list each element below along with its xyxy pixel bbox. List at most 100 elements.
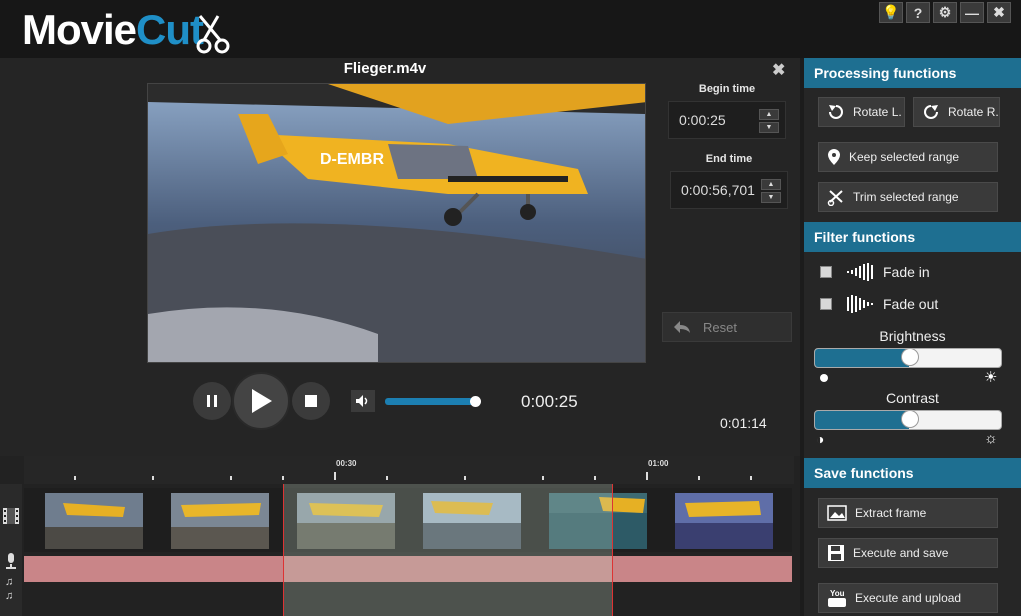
volume-knob[interactable] [470,396,481,407]
contrast-fill [815,411,909,429]
close-file-icon[interactable]: ✖ [772,60,785,80]
brightness-knob[interactable] [901,349,919,366]
video-image: D-EMBR [148,84,645,362]
contrast-slider[interactable] [814,410,1002,430]
contrast-knob[interactable] [901,411,919,428]
functions-panel: Processing functions Rotate L. Rotate R.… [804,58,1021,616]
end-time-value: 0:00:56,701 [681,182,755,198]
undo-icon [674,321,690,333]
execute-and-upload-button[interactable]: You Execute and upload [818,583,998,613]
music-icon-2: ♫ [5,590,14,602]
volume-slider[interactable] [385,398,480,405]
timeline[interactable]: 00:30 01:00 ♫ ♫ [0,456,800,616]
brightness-high-icon: ☀ [984,369,998,386]
begin-time-down[interactable]: ▼ [759,122,779,133]
reset-label: Reset [703,319,737,335]
stop-icon [305,395,317,407]
processing-functions-header: Processing functions [804,58,1021,88]
rotate-left-icon [829,105,843,119]
pause-icon [207,395,217,407]
video-frame[interactable]: D-EMBR [147,83,646,363]
brightness-low-icon [820,374,828,382]
timeline-marker-01-00: 01:00 [648,459,669,468]
end-time-up[interactable]: ▲ [761,179,781,190]
extract-frame-label: Extract frame [855,506,927,520]
rotate-left-label: Rotate L. [853,105,902,119]
play-button[interactable] [232,372,290,430]
begin-time-field[interactable]: 0:00:25 ▲ ▼ [668,101,786,139]
help-button[interactable]: ? [906,2,930,23]
location-pin-icon [828,149,840,165]
logo-text-movie: Movie [22,6,137,53]
preview-panel: Flieger.m4v ✖ D-EMBR Begin time 0:00:25 … [0,58,800,456]
begin-time-up[interactable]: ▲ [759,109,779,120]
keep-selected-range-button[interactable]: Keep selected range [818,142,998,172]
rotate-right-button[interactable]: Rotate R. [913,97,1000,127]
youtube-icon: You [828,589,846,607]
title-bar: MovieCut 💡 ? ⚙ — ✖ [0,0,1021,58]
frame-thumbnail [675,493,773,549]
end-time-label: End time [705,153,753,165]
trim-selected-range-button[interactable]: Trim selected range [818,182,998,212]
mute-button[interactable] [351,390,375,412]
app-logo: MovieCut [22,6,204,54]
scissors-logo-icon [196,15,230,54]
fade-in-icon [847,263,873,281]
fade-out-icon [847,295,873,313]
current-time: 0:00:25 [521,392,578,411]
track-icons: ♫ ♫ [0,484,22,616]
fade-out-checkbox[interactable] [820,298,832,310]
timeline-marker-00-30: 00:30 [336,459,357,468]
trim-range-label: Trim selected range [853,190,959,204]
execute-and-save-button[interactable]: Execute and save [818,538,998,568]
pause-button[interactable] [193,382,231,420]
fade-out-label: Fade out [883,296,939,312]
moviecut-window: MovieCut 💡 ? ⚙ — ✖ Flieger.m4v ✖ D-EMBR … [0,0,1021,616]
speaker-icon [356,395,368,407]
rotate-right-icon [924,105,938,119]
reset-button[interactable]: Reset [662,312,792,342]
timeline-ruler[interactable]: 00:30 01:00 [24,456,794,484]
tick-00-30 [334,472,336,480]
plane-registration: D-EMBR [320,151,384,168]
extract-frame-button[interactable]: Extract frame [818,498,998,528]
svg-text:You: You [830,589,845,598]
floppy-disk-icon [828,545,844,561]
begin-time-value: 0:00:25 [679,112,726,128]
contrast-low-icon: ◑ [816,431,825,447]
tip-button[interactable]: 💡 [879,2,903,23]
fade-in-label: Fade in [883,264,930,280]
timeline-selection[interactable] [283,484,613,616]
stop-button[interactable] [292,382,330,420]
settings-button[interactable]: ⚙ [933,2,957,23]
music-icon: ♫ [5,576,14,588]
question-icon: ? [913,4,923,21]
brightness-fill [815,349,909,367]
tick-01-00 [646,472,648,480]
file-name: Flieger.m4v [343,60,427,77]
window-controls: 💡 ? ⚙ — ✖ [879,2,1011,23]
contrast-label: Contrast [886,390,939,406]
execute-save-label: Execute and save [853,546,949,560]
close-button[interactable]: ✖ [987,2,1011,23]
microphone-icon [6,553,16,569]
contrast-high-icon: ☼ [984,430,998,447]
rotate-right-label: Rotate R. [948,105,999,119]
frame-thumbnail [45,493,143,549]
begin-time-label: Begin time [698,83,756,95]
minimize-button[interactable]: — [960,2,984,23]
minimize-icon: — [965,4,979,21]
film-icon [3,508,19,524]
rotate-left-button[interactable]: Rotate L. [818,97,905,127]
scissors-icon [827,190,843,206]
end-time-down[interactable]: ▼ [761,192,781,203]
play-icon [252,389,272,413]
image-icon [827,505,847,521]
fade-in-checkbox[interactable] [820,266,832,278]
execute-upload-label: Execute and upload [855,591,962,605]
brightness-slider[interactable] [814,348,1002,368]
end-time-field[interactable]: 0:00:56,701 ▲ ▼ [670,171,788,209]
gear-icon: ⚙ [938,4,952,20]
brightness-label: Brightness [879,328,946,344]
filter-functions-header: Filter functions [804,222,1021,252]
